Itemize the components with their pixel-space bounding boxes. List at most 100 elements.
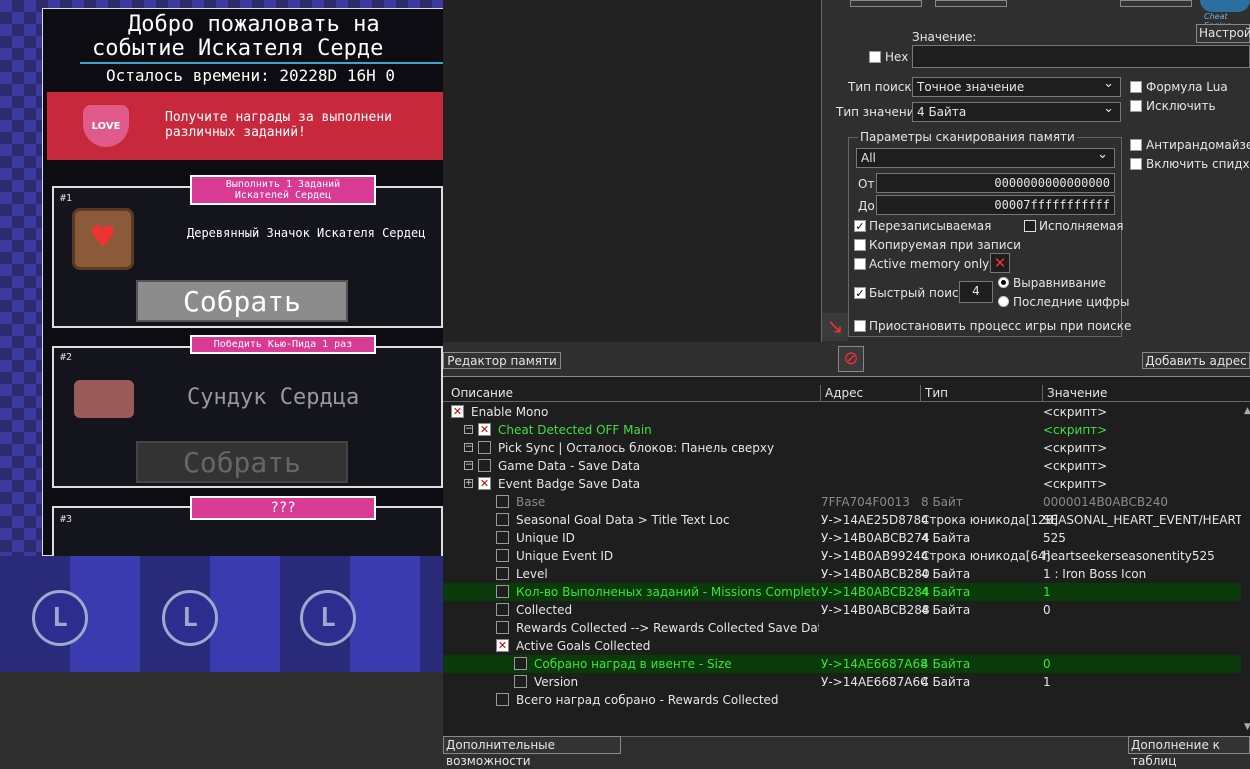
- active-checkbox[interactable]: [496, 621, 509, 634]
- scan-results-list[interactable]: [443, 0, 821, 342]
- copy-on-write-checkbox[interactable]: [854, 239, 866, 251]
- results-divider: [821, 0, 822, 342]
- alignment-radio[interactable]: [998, 277, 1009, 288]
- fast-scan-input[interactable]: 4: [959, 281, 993, 303]
- reward-name: Деревянный Значок Искателя Сердец: [187, 226, 426, 240]
- pause-game-checkbox[interactable]: [854, 320, 866, 332]
- row-value: 0: [1043, 657, 1051, 671]
- from-address-input[interactable]: 0000000000000000: [876, 173, 1115, 193]
- active-checkbox[interactable]: [514, 657, 527, 670]
- table-row[interactable]: Кол-во Выполненых заданий - Missions Com…: [443, 583, 1243, 601]
- fast-scan-checkbox[interactable]: [854, 287, 866, 299]
- table-row[interactable]: Collected У->14B0ABCB288 4 Байта 0: [443, 601, 1243, 619]
- table-row[interactable]: Собрано наград в ивенте - Size У->14AE668…: [443, 655, 1243, 673]
- row-value: <скрипт>: [1043, 459, 1108, 473]
- active-script-checkbox[interactable]: ✕: [451, 405, 464, 418]
- undo-scan-button[interactable]: [1120, 0, 1192, 7]
- row-type: 8 Байт: [921, 495, 963, 509]
- anti-random-checkbox[interactable]: [1130, 139, 1142, 151]
- table-row[interactable]: ✕ Enable Mono <скрипт>: [443, 403, 1243, 421]
- active-checkbox[interactable]: [496, 513, 509, 526]
- row-description: Enable Mono: [471, 405, 549, 419]
- active-script-checkbox[interactable]: ✕: [496, 639, 509, 652]
- next-scan-button[interactable]: [935, 0, 1007, 7]
- clear-list-icon[interactable]: ⊘: [838, 346, 864, 372]
- value-input[interactable]: [912, 45, 1250, 68]
- arrow-down-right-icon[interactable]: ↘: [822, 313, 848, 341]
- table-scrollbar[interactable]: [1241, 404, 1250, 734]
- scroll-up-icon[interactable]: ▲: [1244, 406, 1250, 416]
- active-script-checkbox[interactable]: ✕: [478, 477, 491, 490]
- table-row[interactable]: Level У->14B0ABCB280 4 Байта 1 : Iron Boss …: [443, 565, 1243, 583]
- writable-checkbox[interactable]: [854, 220, 866, 232]
- active-checkbox[interactable]: [496, 585, 509, 598]
- first-scan-button[interactable]: [850, 0, 922, 7]
- active-script-checkbox[interactable]: ✕: [478, 423, 491, 436]
- row-description: Seasonal Goal Data > Title Text Loc: [516, 513, 730, 527]
- table-row[interactable]: − ✕ Cheat Detected OFF Main <скрипт>: [443, 421, 1243, 439]
- table-row[interactable]: − Game Data - Save Data <скрипт>: [443, 457, 1243, 475]
- table-row[interactable]: Всего наград собрано - Rewards Collected: [443, 691, 1243, 709]
- table-row[interactable]: Rewards Collected --> Rewards Collected …: [443, 619, 1243, 637]
- event-timer: Осталось времени: 20228D 16H 0: [106, 66, 395, 85]
- writable-label: Перезаписываемая: [869, 219, 992, 233]
- collect-button-disabled[interactable]: Собрать: [136, 441, 348, 483]
- table-row[interactable]: Version У->14AE6687A6C 4 Байта 1: [443, 673, 1243, 691]
- row-type: 4 Байта: [921, 657, 971, 671]
- clock-icon: L: [300, 590, 356, 646]
- collect-button[interactable]: Собрать: [136, 280, 348, 322]
- task-label: Выполнить 1 Заданий Искателей Сердец: [190, 175, 376, 205]
- active-checkbox[interactable]: [496, 531, 509, 544]
- region-value: All: [861, 151, 876, 165]
- active-checkbox[interactable]: [496, 567, 509, 580]
- last-digits-radio[interactable]: [998, 296, 1009, 307]
- scan-type-value: Точное значение: [917, 80, 1025, 94]
- active-checkbox[interactable]: [496, 549, 509, 562]
- table-row[interactable]: Seasonal Goal Data > Title Text Loc У->14…: [443, 511, 1243, 529]
- hex-checkbox[interactable]: [869, 51, 881, 63]
- settings-button[interactable]: Настройк: [1196, 24, 1250, 43]
- col-type[interactable]: Тип: [921, 385, 1043, 402]
- row-type: 4 Байта: [921, 675, 971, 689]
- table-row[interactable]: + ✕ Event Badge Save Data <скрипт>: [443, 475, 1243, 493]
- col-description[interactable]: Описание: [447, 385, 821, 402]
- executable-checkbox[interactable]: [1024, 220, 1036, 232]
- value-label: Значение:: [912, 30, 977, 44]
- active-memory-checkbox[interactable]: [854, 258, 866, 270]
- collapse-icon[interactable]: −: [464, 461, 473, 470]
- to-address-input[interactable]: 00007fffffffffff: [876, 195, 1115, 215]
- add-address-button[interactable]: Добавить адрес: [1142, 352, 1250, 369]
- exclude-checkbox[interactable]: [1130, 100, 1142, 112]
- table-row[interactable]: Base 7FFA704F0013 8 Байт 0000014B0ABCB240: [443, 493, 1243, 511]
- table-row[interactable]: Unique Event ID У->14B0AB99244 Строка юник…: [443, 547, 1243, 565]
- active-checkbox[interactable]: [496, 495, 509, 508]
- heart-chest-icon: [74, 380, 134, 418]
- col-value[interactable]: Значение: [1043, 385, 1250, 402]
- active-checkbox[interactable]: [496, 603, 509, 616]
- table-row[interactable]: Unique ID У->14B0ABCB274 4 Байта 525: [443, 529, 1243, 547]
- active-checkbox[interactable]: [496, 693, 509, 706]
- table-row[interactable]: − Pick Sync | Осталось блоков: Панель све…: [443, 439, 1243, 457]
- lua-formula-checkbox[interactable]: [1130, 81, 1142, 93]
- memory-view-button[interactable]: Редактор памяти: [443, 352, 561, 369]
- table-extras-button[interactable]: Дополнение к таблиц: [1128, 736, 1250, 768]
- cheat-engine-logo-icon[interactable]: [1200, 0, 1250, 12]
- active-checkbox[interactable]: [478, 459, 491, 472]
- collapse-icon[interactable]: −: [464, 443, 473, 452]
- value-type-select[interactable]: 4 Байта: [912, 101, 1121, 122]
- scan-type-select[interactable]: Точное значение: [912, 76, 1121, 97]
- region-select[interactable]: All: [856, 147, 1115, 168]
- scroll-down-icon[interactable]: ▼: [1244, 722, 1250, 732]
- advanced-options-button[interactable]: Дополнительные возможности: [443, 736, 621, 768]
- active-checkbox[interactable]: [514, 675, 527, 688]
- col-address[interactable]: Адрес: [821, 385, 921, 402]
- collapse-icon[interactable]: −: [464, 425, 473, 434]
- table-row[interactable]: ✕ Active Goals Collected: [443, 637, 1243, 655]
- close-icon[interactable]: ✕: [990, 253, 1010, 273]
- expand-icon[interactable]: +: [464, 479, 473, 488]
- row-type: 4 Байта: [921, 531, 971, 545]
- active-checkbox[interactable]: [478, 441, 491, 454]
- row-type: 4 Байта: [921, 585, 971, 599]
- speedhack-checkbox[interactable]: [1130, 158, 1142, 170]
- task-number: #3: [60, 514, 73, 525]
